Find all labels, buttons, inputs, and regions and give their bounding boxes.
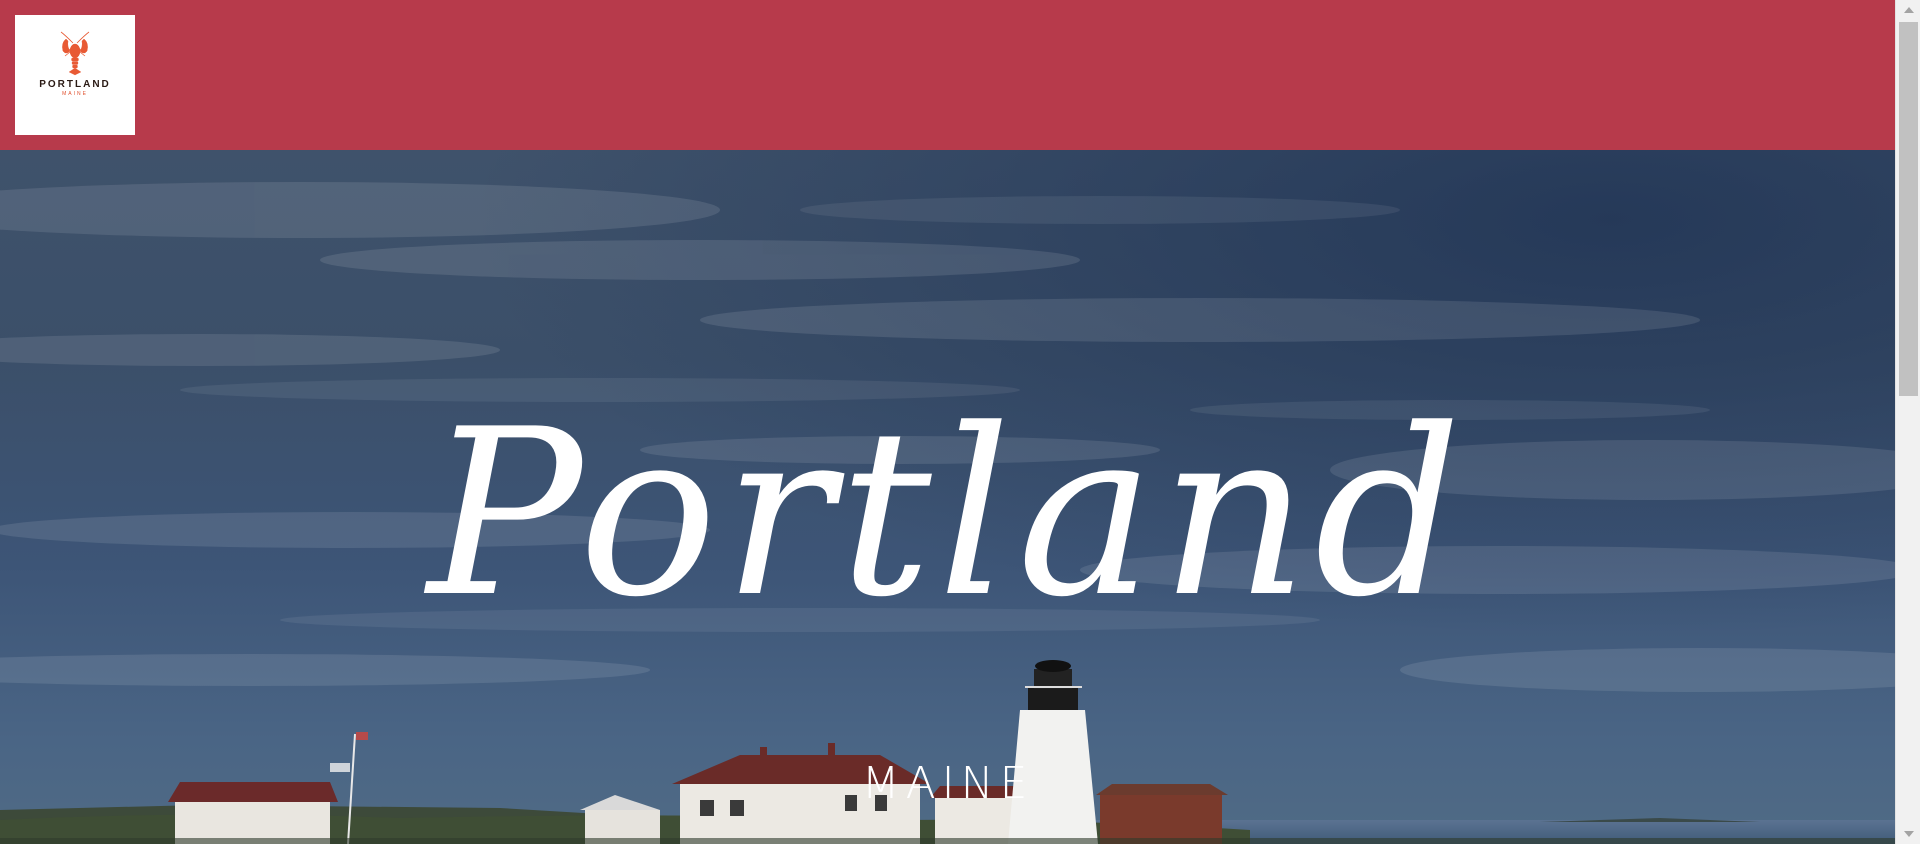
site-header: PORTLAND MAINE <box>0 0 1895 150</box>
scrollbar-thumb[interactable] <box>1899 22 1918 396</box>
chevron-up-icon <box>1903 7 1914 13</box>
site-logo[interactable]: PORTLAND MAINE <box>15 15 135 135</box>
scroll-down-button[interactable] <box>1896 824 1920 844</box>
hero-title: Portland <box>427 381 1468 648</box>
hero-subtitle: MAINE <box>861 758 1034 809</box>
hero-section: Portland MAINE <box>0 150 1895 844</box>
page: PORTLAND MAINE Portland MAINE <box>0 0 1920 844</box>
logo-subtitle: MAINE <box>62 91 88 97</box>
lobster-icon <box>60 31 90 76</box>
scroll-up-button[interactable] <box>1896 0 1920 20</box>
logo-title: PORTLAND <box>39 79 111 90</box>
chevron-down-icon <box>1903 831 1914 837</box>
vertical-scrollbar[interactable] <box>1895 0 1920 844</box>
